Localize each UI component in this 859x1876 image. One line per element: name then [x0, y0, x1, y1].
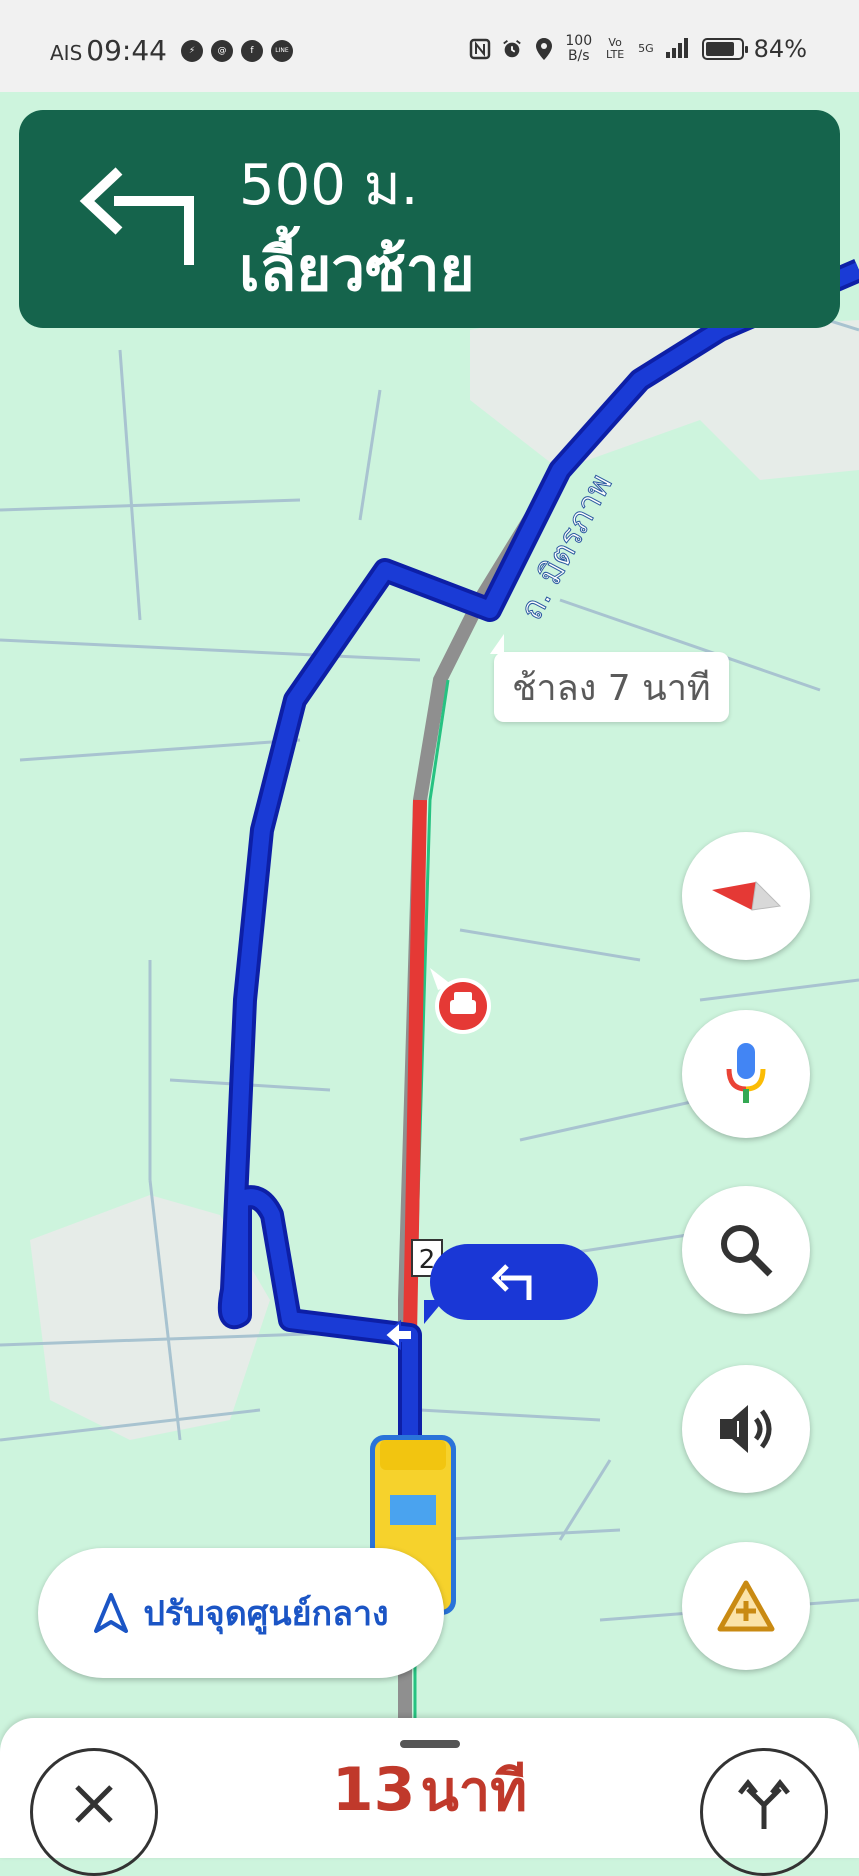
nfc-icon	[469, 38, 491, 60]
alternate-routes-icon	[738, 1779, 790, 1829]
status-left: AIS 09:44 ⚡ @ f LINE	[50, 34, 293, 67]
eta-value: 13	[331, 1755, 416, 1825]
bottom-sheet[interactable]: 13 นาที	[0, 1718, 859, 1876]
status-bar: AIS 09:44 ⚡ @ f LINE 100 B/s Vo LTE 5G 8…	[0, 0, 859, 92]
navigation-banner[interactable]: 500 ม. เลี้ยวซ้าย	[19, 110, 840, 328]
net-speed-unit: B/s	[567, 48, 590, 64]
alternate-routes-button[interactable]	[700, 1748, 828, 1876]
turn-left-arrow-icon	[79, 167, 194, 265]
search-button[interactable]	[682, 1186, 810, 1314]
maneuver-distance: 500 ม.	[239, 153, 419, 218]
microphone-icon	[726, 1043, 766, 1103]
report-incident-button[interactable]	[682, 1542, 810, 1670]
next-turn-pill	[430, 1244, 598, 1320]
eta-unit: นาที	[420, 1759, 528, 1824]
turn-left-small-icon	[491, 1264, 532, 1300]
network-type-label: 5G	[638, 42, 654, 55]
alarm-icon	[501, 38, 523, 60]
report-incident-icon	[717, 1580, 775, 1632]
delay-callout[interactable]: ช้าลง 7 นาที	[490, 634, 729, 722]
turn-pill-pointer	[424, 1300, 444, 1324]
battery-icon	[701, 38, 748, 60]
close-icon	[75, 1785, 113, 1823]
navigation-arrow-icon	[94, 1593, 129, 1633]
compass-button[interactable]	[682, 832, 810, 960]
voice-button[interactable]	[682, 1010, 810, 1138]
messenger-icon: ⚡	[180, 39, 203, 62]
maneuver-instruction: เลี้ยวซ้าย	[239, 235, 475, 305]
status-right: 100 B/s Vo LTE 5G 84%	[469, 34, 807, 64]
carrier-label: AIS	[50, 41, 83, 65]
recenter-button[interactable]: ปรับจุดศูนย์กลาง	[38, 1548, 444, 1678]
signal-icon	[664, 36, 692, 62]
compass-icon	[712, 880, 782, 911]
exit-navigation-button[interactable]	[30, 1748, 158, 1876]
battery-percent: 84%	[753, 35, 807, 63]
search-icon	[721, 1225, 773, 1277]
sound-button[interactable]	[682, 1365, 810, 1493]
threads-icon: @	[210, 39, 233, 62]
volte-label: Vo LTE	[605, 36, 625, 61]
notification-icons: ⚡ @ f LINE	[180, 39, 293, 62]
recenter-label: ปรับจุดศูนย์กลาง	[143, 1594, 389, 1634]
net-speed: 100 B/s	[565, 34, 592, 64]
battery-fill	[705, 42, 734, 56]
location-icon	[533, 38, 555, 60]
clock-time: 09:44	[86, 34, 167, 67]
net-speed-value: 100	[565, 33, 593, 49]
line-icon: LINE	[270, 39, 293, 62]
facebook-icon: f	[240, 39, 263, 62]
speaker-icon	[720, 1405, 772, 1453]
